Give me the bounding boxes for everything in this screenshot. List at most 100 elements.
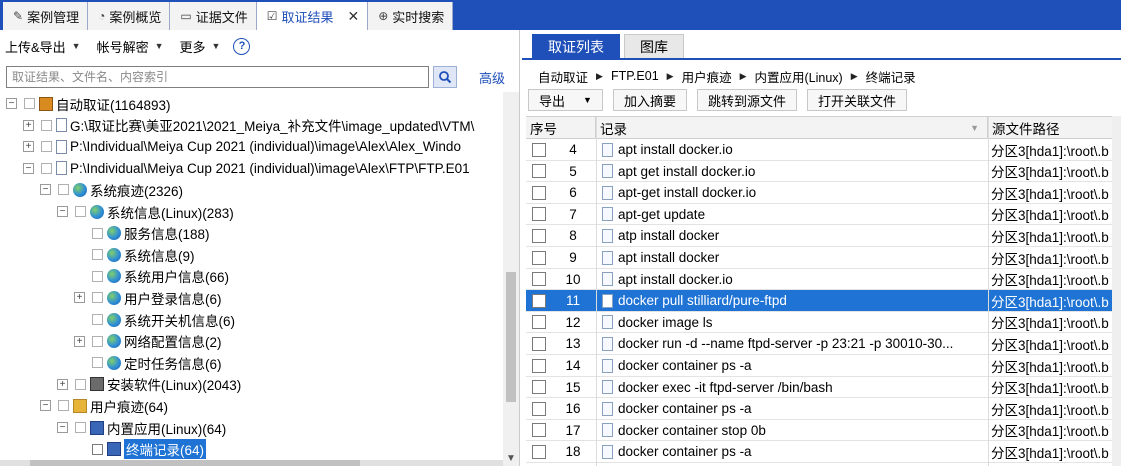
row-checkbox[interactable]	[532, 164, 546, 179]
tab-gallery[interactable]: 图库	[624, 34, 684, 58]
tree-node[interactable]: − 用户痕迹(64)	[40, 395, 168, 416]
tree-checkbox[interactable]	[92, 292, 103, 304]
column-header-seq[interactable]: 序号	[526, 117, 596, 139]
row-checkbox[interactable]	[532, 315, 546, 330]
expand-icon[interactable]: +	[23, 141, 34, 153]
add-summary-button[interactable]: 加入摘要	[612, 89, 687, 111]
table-row[interactable]: 7 apt-get update 分区3[hda1]:\root\.b	[526, 204, 1121, 226]
table-row[interactable]: 12 docker image ls 分区3[hda1]:\root\.b	[526, 312, 1121, 334]
column-header-source[interactable]: 源文件路径	[988, 117, 1121, 139]
tree-checkbox[interactable]	[41, 162, 52, 174]
table-row[interactable]: 16 docker container ps -a 分区3[hda1]:\root\…	[526, 398, 1121, 420]
tree-horizontal-scrollbar[interactable]	[0, 460, 503, 466]
tree-checkbox[interactable]	[58, 400, 69, 412]
table-row[interactable]: 4 apt install docker.io 分区3[hda1]:\root\.b	[526, 139, 1121, 161]
tree-node[interactable]: 系统信息(9)	[74, 244, 195, 265]
expand-icon[interactable]: +	[23, 119, 34, 131]
collapse-icon[interactable]: −	[57, 422, 68, 433]
table-row[interactable]: 13 docker run -d --name ftpd-server -p 23…	[526, 333, 1121, 355]
row-checkbox[interactable]	[532, 380, 546, 395]
tree-checkbox[interactable]	[75, 378, 86, 390]
tree-node[interactable]: − P:\Individual\Meiya Cup 2021 (individua…	[23, 158, 470, 179]
table-row[interactable]: 14 docker container ps -a 分区3[hda1]:\root\…	[526, 355, 1121, 377]
table-row[interactable]: 10 apt install docker.io 分区3[hda1]:\root\.…	[526, 269, 1121, 291]
collapse-icon[interactable]: −	[40, 400, 51, 412]
row-checkbox[interactable]	[532, 444, 546, 459]
top-tab-result[interactable]: ☑ 取证结果 ✕	[256, 2, 369, 30]
row-checkbox[interactable]	[532, 207, 546, 222]
tree-node[interactable]: 定时任务信息(6)	[74, 352, 222, 373]
tree-checkbox[interactable]	[92, 314, 103, 325]
column-header-record[interactable]: 记录 ▼	[596, 117, 988, 139]
chevron-down-icon[interactable]: ▼	[506, 453, 516, 464]
top-tab-search[interactable]: ⊕ 实时搜索	[368, 2, 454, 30]
breadcrumb-item[interactable]: 内置应用(Linux)	[755, 67, 843, 86]
table-row[interactable]: 8 atp install docker 分区3[hda1]:\root\.b	[526, 225, 1121, 247]
scrollbar-thumb[interactable]	[506, 272, 516, 402]
row-checkbox[interactable]	[532, 423, 546, 438]
tree-node[interactable]: 服务信息(188)	[74, 223, 210, 244]
search-button[interactable]	[433, 66, 457, 88]
tree-node[interactable]: − 系统痕迹(2326)	[40, 179, 183, 200]
tree-node[interactable]: 终端记录(64)	[74, 439, 207, 460]
tree-checkbox[interactable]	[92, 443, 103, 455]
tree-node[interactable]: 系统用户信息(66)	[74, 266, 229, 287]
goto-source-button[interactable]: 跳转到源文件	[696, 89, 797, 111]
tree-checkbox[interactable]	[41, 119, 52, 131]
top-tab-overview[interactable]: ◔ 案例概览	[88, 2, 171, 30]
tree-node[interactable]: + G:\取证比赛\美亚2021\2021_Meiya_补充文件\image_up…	[23, 115, 474, 136]
tree-vertical-scrollbar[interactable]: ▼	[503, 92, 519, 466]
tree-checkbox[interactable]	[92, 227, 103, 239]
collapse-icon[interactable]: −	[23, 162, 34, 174]
expand-icon[interactable]: +	[74, 292, 85, 304]
tree-node[interactable]: − 内置应用(Linux)(64)	[57, 417, 226, 438]
tree-checkbox[interactable]	[92, 249, 103, 261]
scrollbar-thumb[interactable]	[30, 460, 360, 466]
collapse-icon[interactable]: −	[40, 184, 51, 196]
row-checkbox[interactable]	[532, 185, 546, 200]
table-row[interactable]: 6 apt-get install docker.io 分区3[hda1]:\roo…	[526, 182, 1121, 204]
table-vertical-scrollbar[interactable]	[1112, 116, 1121, 466]
more-dropdown[interactable]: 更多 ▼	[175, 35, 226, 57]
tab-forensic-list[interactable]: 取证列表	[532, 34, 620, 58]
tree-node[interactable]: + P:\Individual\Meiya Cup 2021 (individua…	[23, 136, 461, 157]
expand-icon[interactable]: +	[74, 335, 85, 347]
tree-node[interactable]: 系统开关机信息(6)	[74, 309, 235, 330]
tree-checkbox[interactable]	[75, 206, 86, 217]
search-input[interactable]	[6, 66, 429, 88]
upload-export-dropdown[interactable]: 上传&导出 ▼	[0, 35, 86, 57]
top-tab-edit[interactable]: ✎ 案例管理	[3, 2, 89, 30]
row-checkbox[interactable]	[532, 358, 546, 373]
row-checkbox[interactable]	[532, 293, 546, 308]
tree-node[interactable]: − 自动取证(1164893)	[6, 93, 171, 114]
tree-checkbox[interactable]	[92, 270, 103, 282]
export-dropdown[interactable]: 导出 ▼	[528, 89, 603, 111]
tree-checkbox[interactable]	[92, 357, 103, 369]
tree-checkbox[interactable]	[75, 422, 86, 433]
tree-checkbox[interactable]	[58, 184, 69, 196]
table-row[interactable]: 15 docker exec -it ftpd-server /bin/bash 分…	[526, 377, 1121, 399]
tree-node[interactable]: + 安装软件(Linux)(2043)	[57, 374, 241, 395]
breadcrumb-item[interactable]: 自动取证	[538, 67, 588, 86]
breadcrumb-item[interactable]: 终端记录	[866, 67, 916, 86]
filter-icon[interactable]: ▼	[970, 123, 979, 133]
advanced-search-link[interactable]: 高级	[479, 68, 505, 87]
tree-node[interactable]: + 网络配置信息(2)	[74, 331, 222, 352]
row-checkbox[interactable]	[532, 142, 546, 157]
row-checkbox[interactable]	[532, 228, 546, 243]
tree-checkbox[interactable]	[92, 335, 103, 347]
tree-checkbox[interactable]	[24, 98, 35, 109]
row-checkbox[interactable]	[532, 272, 546, 287]
breadcrumb-item[interactable]: FTP.E01	[611, 69, 659, 83]
table-row[interactable]: 5 apt get install docker.io 分区3[hda1]:\roo…	[526, 161, 1121, 183]
tree-node[interactable]: − 系统信息(Linux)(283)	[57, 201, 234, 222]
account-decrypt-dropdown[interactable]: 帐号解密 ▼	[92, 35, 169, 57]
top-tab-document[interactable]: ▭ 证据文件	[170, 2, 257, 30]
open-related-file-button[interactable]: 打开关联文件	[806, 89, 907, 111]
row-checkbox[interactable]	[532, 401, 546, 416]
collapse-icon[interactable]: −	[57, 206, 68, 217]
table-row[interactable]: 18 docker container ps -a 分区3[hda1]:\root\…	[526, 441, 1121, 463]
help-button[interactable]: ?	[233, 37, 251, 55]
tree-checkbox[interactable]	[41, 141, 52, 153]
breadcrumb-item[interactable]: 用户痕迹	[682, 67, 732, 86]
